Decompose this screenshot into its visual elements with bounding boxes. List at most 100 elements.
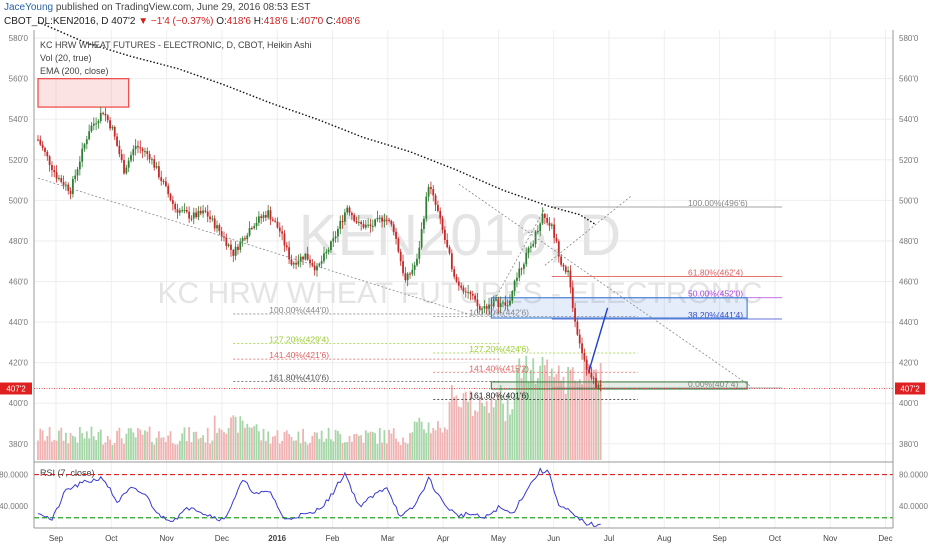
volume-bar	[534, 383, 537, 460]
candle-body	[155, 166, 158, 168]
down-arrow-icon: ▼	[138, 16, 149, 27]
volume-bar	[304, 441, 307, 460]
candle-body	[74, 175, 77, 179]
candle-body	[520, 268, 523, 270]
high-label: H:	[253, 16, 264, 27]
volume-bar	[478, 396, 481, 460]
candle-body	[192, 212, 195, 219]
volume-bar	[257, 431, 260, 460]
candle-body	[453, 269, 456, 277]
low-value: 407'0	[298, 16, 324, 27]
legend-ema[interactable]: EMA (200, close)	[40, 66, 109, 76]
rsi-tick-right: 40.0000	[899, 502, 928, 511]
candle-body	[174, 203, 177, 210]
candle-body	[571, 287, 574, 309]
volume-bar	[292, 440, 295, 460]
candle-body	[141, 148, 144, 152]
volume-bar	[302, 428, 304, 460]
candle-body	[448, 247, 451, 254]
symbol-bar: CBOT_DL:KEN2016, D 407'2 ▼ −1'4 (−0.37%)…	[4, 16, 360, 27]
x-tick-label: Jul	[604, 534, 614, 543]
volume-bar	[462, 393, 465, 460]
candle-body	[164, 181, 167, 186]
open-label: O:	[216, 16, 227, 27]
candle-body	[171, 200, 174, 204]
fib-level-label: 100.00%(444'0)	[269, 305, 329, 315]
volume-bar	[430, 433, 432, 460]
volume-bar	[244, 427, 246, 460]
y-tick-label-right: 480'0	[899, 237, 919, 246]
volume-bar	[441, 432, 444, 460]
candle-body	[439, 210, 442, 219]
volume-bar	[88, 438, 91, 460]
candle-body	[399, 251, 402, 262]
volume-bar	[388, 429, 390, 460]
legend-main-series[interactable]: KC HRW WHEAT FUTURES - ELECTRONIC, D, CB…	[40, 40, 312, 50]
volume-bar	[318, 438, 321, 460]
y-tick-label-right: 580'0	[899, 34, 919, 43]
volume-bar	[183, 427, 186, 460]
x-tick-label: Dec	[878, 534, 892, 543]
zone-rectangle	[490, 297, 748, 319]
fib-level-label: 161.80%(401'6)	[469, 391, 529, 401]
volume-bar	[92, 436, 95, 460]
high-value: 418'6	[263, 16, 288, 27]
rsi-tick-left: 80.0000	[0, 471, 29, 480]
candle-body	[88, 131, 91, 140]
candle-body	[244, 238, 246, 240]
candle-body	[99, 112, 102, 122]
volume-bar	[155, 437, 158, 460]
legend-volume[interactable]: Vol (20, true)	[40, 53, 92, 63]
volume-bar	[71, 435, 74, 460]
symbol-name[interactable]: CBOT_DL:KEN2016, D	[4, 16, 109, 27]
y-tick-label-left: 500'0	[9, 196, 29, 205]
volume-bar	[395, 438, 397, 460]
volume-bar	[364, 430, 367, 460]
volume-bar	[216, 432, 218, 460]
author-link[interactable]: JaceYoung	[4, 2, 53, 13]
volume-bar	[583, 359, 586, 460]
candle-body	[167, 185, 170, 195]
candle-body	[388, 219, 390, 221]
candle-body	[211, 218, 214, 220]
volume-bar	[306, 444, 309, 460]
volume-bar	[446, 429, 449, 460]
candle-body	[53, 169, 56, 173]
candle-body	[41, 144, 44, 148]
candle-body	[357, 221, 360, 223]
candle-body	[404, 273, 407, 281]
candle-body	[546, 217, 549, 223]
candle-body	[555, 237, 558, 242]
volume-bar	[51, 441, 53, 460]
candle-body	[239, 241, 242, 250]
volume-bar	[423, 429, 425, 460]
candle-body	[106, 115, 109, 121]
candle-body	[478, 306, 481, 310]
volume-bar	[146, 431, 149, 460]
volume-bar	[148, 426, 151, 460]
volume-bar	[469, 391, 472, 460]
volume-bar	[341, 442, 344, 460]
publish-info: published on TradingView.com, June 29, 2…	[55, 2, 311, 13]
volume-bar	[106, 435, 109, 460]
candle-body	[195, 212, 197, 218]
volume-bar	[362, 442, 365, 460]
candle-body	[525, 252, 528, 265]
volume-bar	[264, 440, 267, 460]
candle-body	[332, 238, 335, 242]
volume-bar	[483, 406, 486, 460]
candle-body	[599, 384, 602, 386]
volume-bar	[578, 379, 581, 460]
volume-bar	[162, 437, 165, 460]
volume-bar	[481, 402, 483, 460]
candle-body	[158, 166, 160, 178]
candle-body	[541, 214, 544, 224]
volume-bar	[85, 431, 88, 460]
candle-body	[144, 151, 146, 153]
candle-body	[574, 308, 576, 322]
candle-body	[237, 246, 239, 250]
candle-body	[197, 210, 200, 218]
candle-body	[139, 147, 142, 149]
volume-bar	[309, 442, 311, 460]
volume-bar	[411, 432, 414, 460]
